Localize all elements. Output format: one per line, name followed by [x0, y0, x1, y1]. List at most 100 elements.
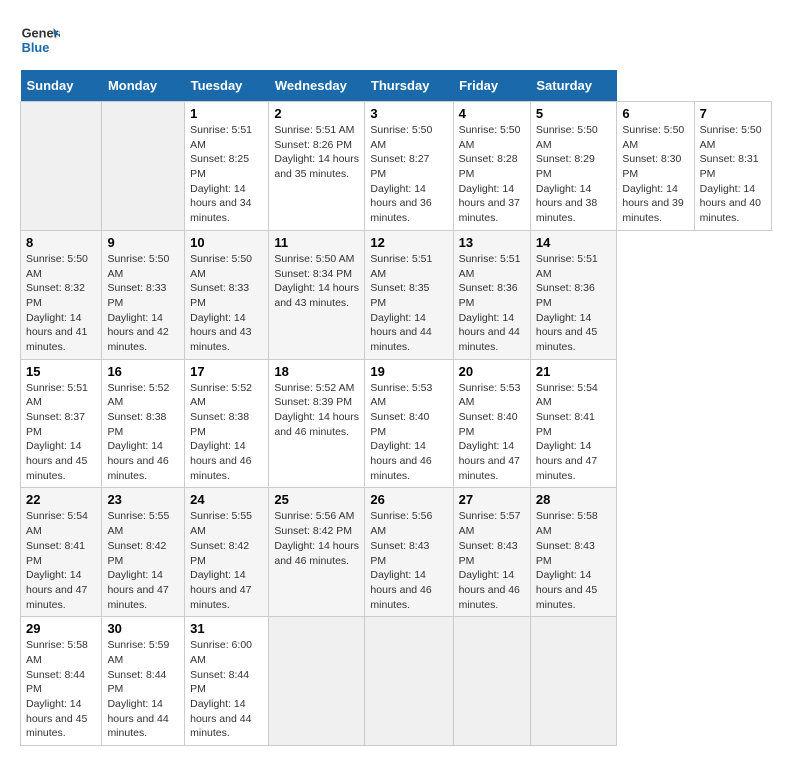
day-number: 18 — [274, 364, 359, 379]
header-sunday: Sunday — [21, 70, 102, 102]
calendar-cell: 21 Sunrise: 5:54 AMSunset: 8:41 PMDayligh… — [530, 359, 617, 488]
calendar-cell: 24Sunrise: 5:55 AMSunset: 8:42 PMDayligh… — [185, 488, 269, 617]
calendar-cell: 26 Sunrise: 5:56 AMSunset: 8:43 PMDayligh… — [365, 488, 453, 617]
calendar-cell — [21, 102, 102, 231]
day-info: Sunrise: 5:51 AMSunset: 8:25 PMDaylight:… — [190, 123, 263, 226]
calendar-cell: 18Sunrise: 5:52 AMSunset: 8:39 PMDayligh… — [269, 359, 365, 488]
day-number: 6 — [622, 106, 688, 121]
calendar-cell: 5 Sunrise: 5:50 AMSunset: 8:29 PMDaylight… — [530, 102, 617, 231]
day-info: Sunrise: 5:53 AMSunset: 8:40 PMDaylight:… — [459, 381, 525, 484]
day-info: Sunrise: 5:50 AMSunset: 8:34 PMDaylight:… — [274, 252, 359, 311]
day-info: Sunrise: 5:50 AMSunset: 8:28 PMDaylight:… — [459, 123, 525, 226]
day-info: Sunrise: 5:55 AMSunset: 8:42 PMDaylight:… — [190, 509, 263, 612]
day-number: 19 — [370, 364, 447, 379]
weekday-header-row: Sunday Monday Tuesday Wednesday Thursday… — [21, 70, 772, 102]
day-number: 27 — [459, 492, 525, 507]
day-number: 2 — [274, 106, 359, 121]
header-wednesday: Wednesday — [269, 70, 365, 102]
week-row-5: 29Sunrise: 5:58 AMSunset: 8:44 PMDayligh… — [21, 617, 772, 746]
logo-icon: General Blue — [20, 20, 60, 60]
week-row-4: 22Sunrise: 5:54 AMSunset: 8:41 PMDayligh… — [21, 488, 772, 617]
calendar-cell: 19 Sunrise: 5:53 AMSunset: 8:40 PMDayligh… — [365, 359, 453, 488]
week-row-2: 8Sunrise: 5:50 AMSunset: 8:32 PMDaylight… — [21, 230, 772, 359]
calendar-cell: 4 Sunrise: 5:50 AMSunset: 8:28 PMDaylight… — [453, 102, 530, 231]
calendar-cell: 2 Sunrise: 5:51 AMSunset: 8:26 PMDaylight… — [269, 102, 365, 231]
day-number: 9 — [107, 235, 179, 250]
day-number: 7 — [700, 106, 766, 121]
day-info: Sunrise: 5:50 AMSunset: 8:29 PMDaylight:… — [536, 123, 612, 226]
day-number: 15 — [26, 364, 96, 379]
day-info: Sunrise: 5:51 AMSunset: 8:26 PMDaylight:… — [274, 123, 359, 182]
day-number: 5 — [536, 106, 612, 121]
calendar-cell: 23 Sunrise: 5:55 AMSunset: 8:42 PMDayligh… — [102, 488, 185, 617]
calendar-cell: 27 Sunrise: 5:57 AMSunset: 8:43 PMDayligh… — [453, 488, 530, 617]
calendar-cell: 14 Sunrise: 5:51 AMSunset: 8:36 PMDayligh… — [530, 230, 617, 359]
day-info: Sunrise: 5:50 AMSunset: 8:27 PMDaylight:… — [370, 123, 447, 226]
day-number: 11 — [274, 235, 359, 250]
day-number: 25 — [274, 492, 359, 507]
calendar-cell: 20 Sunrise: 5:53 AMSunset: 8:40 PMDayligh… — [453, 359, 530, 488]
day-number: 22 — [26, 492, 96, 507]
day-info: Sunrise: 5:50 AMSunset: 8:33 PMDaylight:… — [190, 252, 263, 355]
day-info: Sunrise: 5:53 AMSunset: 8:40 PMDaylight:… — [370, 381, 447, 484]
day-number: 23 — [107, 492, 179, 507]
day-info: Sunrise: 5:51 AMSunset: 8:37 PMDaylight:… — [26, 381, 96, 484]
day-number: 16 — [107, 364, 179, 379]
calendar-cell: 7 Sunrise: 5:50 AMSunset: 8:31 PMDaylight… — [694, 102, 771, 231]
header-saturday: Saturday — [530, 70, 617, 102]
calendar-cell — [365, 617, 453, 746]
calendar-cell: 11 Sunrise: 5:50 AMSunset: 8:34 PMDayligh… — [269, 230, 365, 359]
day-info: Sunrise: 5:56 AMSunset: 8:43 PMDaylight:… — [370, 509, 447, 612]
calendar-cell — [269, 617, 365, 746]
day-info: Sunrise: 5:50 AMSunset: 8:30 PMDaylight:… — [622, 123, 688, 226]
day-info: Sunrise: 6:00 AMSunset: 8:44 PMDaylight:… — [190, 638, 263, 741]
svg-text:Blue: Blue — [22, 40, 50, 55]
day-number: 1 — [190, 106, 263, 121]
day-number: 14 — [536, 235, 612, 250]
calendar-cell: 29Sunrise: 5:58 AMSunset: 8:44 PMDayligh… — [21, 617, 102, 746]
day-info: Sunrise: 5:58 AMSunset: 8:43 PMDaylight:… — [536, 509, 612, 612]
day-number: 12 — [370, 235, 447, 250]
calendar-table: Sunday Monday Tuesday Wednesday Thursday… — [20, 70, 772, 746]
calendar-cell: 25 Sunrise: 5:56 AMSunset: 8:42 PMDayligh… — [269, 488, 365, 617]
day-number: 31 — [190, 621, 263, 636]
calendar-cell: 16 Sunrise: 5:52 AMSunset: 8:38 PMDayligh… — [102, 359, 185, 488]
calendar-cell: 10Sunrise: 5:50 AMSunset: 8:33 PMDayligh… — [185, 230, 269, 359]
calendar-cell: 30Sunrise: 5:59 AMSunset: 8:44 PMDayligh… — [102, 617, 185, 746]
calendar-cell: 12 Sunrise: 5:51 AMSunset: 8:35 PMDayligh… — [365, 230, 453, 359]
day-info: Sunrise: 5:58 AMSunset: 8:44 PMDaylight:… — [26, 638, 96, 741]
day-info: Sunrise: 5:52 AMSunset: 8:38 PMDaylight:… — [107, 381, 179, 484]
calendar-cell — [530, 617, 617, 746]
logo: General Blue — [20, 20, 60, 60]
day-number: 20 — [459, 364, 525, 379]
calendar-cell: 1 Sunrise: 5:51 AMSunset: 8:25 PMDaylight… — [185, 102, 269, 231]
day-number: 13 — [459, 235, 525, 250]
day-number: 21 — [536, 364, 612, 379]
day-number: 17 — [190, 364, 263, 379]
day-info: Sunrise: 5:56 AMSunset: 8:42 PMDaylight:… — [274, 509, 359, 568]
day-info: Sunrise: 5:51 AMSunset: 8:36 PMDaylight:… — [536, 252, 612, 355]
calendar-cell — [453, 617, 530, 746]
calendar-cell: 28Sunrise: 5:58 AMSunset: 8:43 PMDayligh… — [530, 488, 617, 617]
day-number: 3 — [370, 106, 447, 121]
day-number: 8 — [26, 235, 96, 250]
day-info: Sunrise: 5:50 AMSunset: 8:33 PMDaylight:… — [107, 252, 179, 355]
calendar-cell: 22Sunrise: 5:54 AMSunset: 8:41 PMDayligh… — [21, 488, 102, 617]
day-info: Sunrise: 5:51 AMSunset: 8:36 PMDaylight:… — [459, 252, 525, 355]
calendar-cell — [102, 102, 185, 231]
calendar-cell: 8Sunrise: 5:50 AMSunset: 8:32 PMDaylight… — [21, 230, 102, 359]
day-info: Sunrise: 5:51 AMSunset: 8:35 PMDaylight:… — [370, 252, 447, 355]
day-number: 26 — [370, 492, 447, 507]
day-info: Sunrise: 5:54 AMSunset: 8:41 PMDaylight:… — [536, 381, 612, 484]
header-monday: Monday — [102, 70, 185, 102]
calendar-cell: 9 Sunrise: 5:50 AMSunset: 8:33 PMDaylight… — [102, 230, 185, 359]
week-row-3: 15 Sunrise: 5:51 AMSunset: 8:37 PMDayligh… — [21, 359, 772, 488]
day-number: 4 — [459, 106, 525, 121]
header: General Blue — [20, 20, 772, 60]
day-info: Sunrise: 5:50 AMSunset: 8:31 PMDaylight:… — [700, 123, 766, 226]
calendar-cell: 17Sunrise: 5:52 AMSunset: 8:38 PMDayligh… — [185, 359, 269, 488]
day-info: Sunrise: 5:57 AMSunset: 8:43 PMDaylight:… — [459, 509, 525, 612]
calendar-cell: 15 Sunrise: 5:51 AMSunset: 8:37 PMDayligh… — [21, 359, 102, 488]
day-info: Sunrise: 5:55 AMSunset: 8:42 PMDaylight:… — [107, 509, 179, 612]
calendar-cell: 13 Sunrise: 5:51 AMSunset: 8:36 PMDayligh… — [453, 230, 530, 359]
